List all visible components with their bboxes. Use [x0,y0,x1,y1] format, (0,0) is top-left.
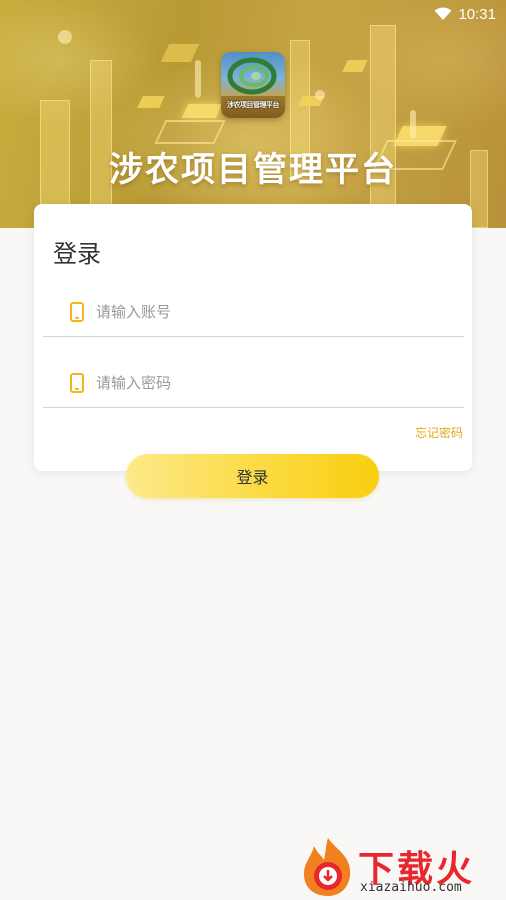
decor-outline [154,120,226,144]
phone-icon [70,372,84,393]
phone-icon [70,301,84,322]
watermark-logo: 下载火 xiazaihuo.com [300,834,506,900]
logo-text: 涉农项目管理平台 [227,101,280,109]
decor-tile [160,44,200,62]
account-field [43,287,464,337]
app-logo: 涉农项目管理平台 [221,52,285,118]
login-title: 登录 [53,240,101,268]
decor-dot [58,30,72,44]
password-field [43,358,464,408]
status-bar: 10:31 [366,0,506,28]
wifi-icon [434,7,452,20]
forgot-password-link[interactable]: 忘记密码 [415,424,463,441]
status-time: 10:31 [458,5,496,23]
account-input[interactable] [96,296,426,327]
decor-tile [137,96,165,108]
decor-figure [195,60,201,98]
app-title: 涉农项目管理平台 [109,150,397,190]
login-card: 登录 忘记密码 [34,204,472,471]
decor-figure [410,110,416,138]
decor-tile [181,104,223,118]
header-banner: 10:31 涉农项目管理平台 涉农项目管理平台 [0,0,506,228]
decor-tile [342,60,368,72]
flame-logo-icon [304,838,351,896]
login-button[interactable]: 登录 [126,454,379,498]
decor-dot [315,90,325,100]
password-input[interactable] [96,367,426,398]
watermark-domain: xiazaihuo.com [360,880,462,895]
